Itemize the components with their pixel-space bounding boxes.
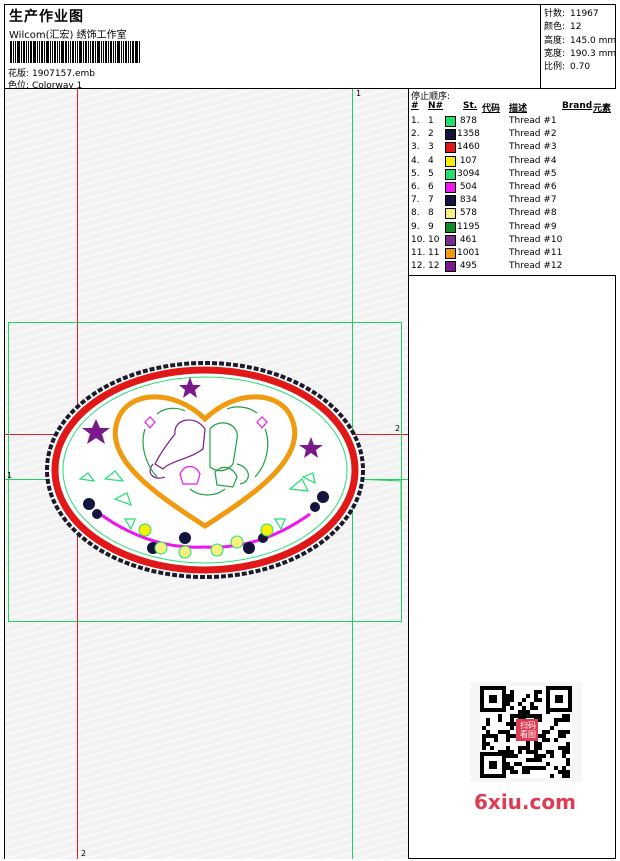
watermark-text: 6xiu.com bbox=[474, 790, 576, 814]
thread-color-swatch bbox=[445, 261, 456, 273]
thread-row: 5. 5 3094 Thread #5 bbox=[409, 168, 616, 181]
stat-scale: 比例: 0.70 bbox=[544, 62, 591, 72]
col-seq-header: # bbox=[411, 101, 419, 111]
col-code-header: 代码 bbox=[482, 104, 501, 114]
thread-seq: 5. bbox=[411, 168, 420, 179]
thread-stitches: 495 bbox=[459, 261, 477, 272]
thread-color-swatch bbox=[445, 116, 456, 127]
thread-no: 3 bbox=[428, 142, 434, 153]
thread-stitches: 1358 bbox=[457, 129, 480, 140]
thread-desc: Thread #2 bbox=[509, 129, 557, 140]
thread-no: 4 bbox=[428, 155, 434, 166]
thread-desc: Thread #12 bbox=[509, 261, 563, 272]
header-info: 生产作业图 Wilcom(汇宏) 绣饰工作室 花版: 1907157.emb 色位… bbox=[5, 5, 540, 91]
thread-stitches: 1460 bbox=[457, 142, 480, 153]
thread-stitches: 1195 bbox=[457, 221, 480, 232]
qr-badge-text: 扫码看图 bbox=[520, 721, 536, 739]
thread-color-swatch bbox=[445, 221, 456, 233]
thread-desc: Thread #6 bbox=[509, 182, 557, 192]
design-canvas[interactable]: 1 2 1 2 bbox=[5, 89, 408, 859]
thread-row: 7. 7 834 Thread #7 bbox=[409, 194, 616, 207]
thread-seq: 12. bbox=[411, 261, 426, 272]
thread-seq: 3. bbox=[411, 142, 420, 153]
thread-row: 3. 3 1460 Thread #3 bbox=[409, 141, 616, 154]
design-stats: 针数: 11967 颜色: 12 高度: 145.0 mm 宽度: 190.3 mm 比… bbox=[540, 4, 617, 88]
thread-seq: 7. bbox=[411, 195, 420, 206]
thread-stitches: 834 bbox=[459, 195, 477, 206]
thread-color-swatch bbox=[445, 129, 456, 141]
thread-color-swatch bbox=[445, 234, 456, 246]
stat-stitches: 针数: 11967 bbox=[544, 9, 599, 19]
thread-desc: Thread #8 bbox=[509, 208, 557, 219]
thread-stitches: 504 bbox=[459, 182, 477, 192]
thread-color-swatch bbox=[445, 142, 456, 154]
thread-seq: 8. bbox=[411, 208, 420, 219]
qr-code: 扫码看图 bbox=[470, 682, 582, 782]
thread-row: 11. 11 1001 Thread #11 bbox=[409, 247, 616, 260]
outer-scallop-border bbox=[45, 361, 365, 579]
thread-seq: 9. bbox=[411, 221, 420, 232]
thread-desc: Thread #7 bbox=[509, 195, 557, 206]
barcode bbox=[10, 41, 146, 63]
thread-stitches: 461 bbox=[459, 234, 477, 245]
thread-color-swatch bbox=[445, 155, 456, 167]
thread-no: 8 bbox=[428, 208, 434, 219]
thread-color-swatch bbox=[445, 168, 456, 180]
thread-row: 2. 2 1358 Thread #2 bbox=[409, 128, 616, 141]
thread-stitches: 878 bbox=[459, 116, 477, 126]
stat-height: 高度: 145.0 mm bbox=[544, 36, 617, 46]
thread-color-swatch bbox=[445, 195, 456, 207]
col-stitches-header: St. bbox=[463, 101, 478, 111]
thread-no: 5 bbox=[428, 168, 434, 179]
embroidery-design bbox=[45, 361, 402, 579]
stat-width: 宽度: 190.3 mm bbox=[544, 49, 617, 59]
thread-no: 6 bbox=[428, 182, 434, 192]
col-desc-header: 描述 bbox=[509, 104, 528, 114]
thread-seq: 6. bbox=[411, 182, 420, 192]
company-name: Wilcom(汇宏) 绣饰工作室 bbox=[9, 30, 127, 41]
thread-seq: 10. bbox=[411, 234, 426, 245]
thread-row: 9. 9 1195 Thread #9 bbox=[409, 221, 616, 234]
thread-stitches: 107 bbox=[459, 155, 477, 166]
thread-row: 4. 4 107 Thread #4 bbox=[409, 155, 616, 168]
stat-colors: 颜色: 12 bbox=[544, 22, 582, 32]
thread-no: 10 bbox=[428, 234, 440, 245]
thread-row: 8. 8 578 Thread #8 bbox=[409, 207, 616, 220]
thread-seq: 4. bbox=[411, 155, 420, 166]
thread-no: 2 bbox=[428, 129, 434, 140]
thread-no: 9 bbox=[428, 221, 434, 232]
thread-color-swatch bbox=[445, 208, 456, 220]
thread-seq: 1. bbox=[411, 116, 420, 126]
thread-stitches: 3094 bbox=[457, 168, 480, 179]
thread-desc: Thread #9 bbox=[509, 221, 557, 232]
thread-no: 12 bbox=[428, 261, 440, 272]
thread-row: 12. 12 495 Thread #12 bbox=[409, 260, 616, 273]
thread-seq: 11. bbox=[411, 248, 426, 258]
thread-color-swatch bbox=[445, 182, 456, 193]
thread-stitches: 578 bbox=[459, 208, 477, 219]
thread-desc: Thread #1 bbox=[509, 116, 557, 126]
thread-desc: Thread #10 bbox=[509, 234, 563, 245]
col-no-header: N# bbox=[428, 101, 444, 111]
thread-desc: Thread #5 bbox=[509, 168, 557, 179]
col-element-header: 元素 bbox=[593, 104, 612, 114]
page-title: 生产作业图 bbox=[9, 9, 84, 25]
thread-desc: Thread #4 bbox=[509, 155, 557, 166]
thread-no: 1 bbox=[428, 116, 434, 126]
thread-desc: Thread #11 bbox=[509, 248, 563, 258]
col-brand-header: Brand bbox=[562, 101, 593, 111]
thread-row: 10. 10 461 Thread #10 bbox=[409, 234, 616, 247]
thread-color-swatch bbox=[445, 248, 456, 259]
thread-stitches: 1001 bbox=[457, 248, 480, 258]
thread-no: 7 bbox=[428, 195, 434, 206]
thread-no: 11 bbox=[428, 248, 440, 258]
thread-seq: 2. bbox=[411, 129, 420, 140]
thread-desc: Thread #3 bbox=[509, 142, 557, 153]
thread-row: 1. 1 878 Thread #1 bbox=[409, 115, 616, 128]
stop-sequence-panel: 停止顺序: # N# St. 代码 描述 Brand 元素 1. 1 878 Thre… bbox=[409, 89, 616, 276]
thread-row: 6. 6 504 Thread #6 bbox=[409, 181, 616, 194]
